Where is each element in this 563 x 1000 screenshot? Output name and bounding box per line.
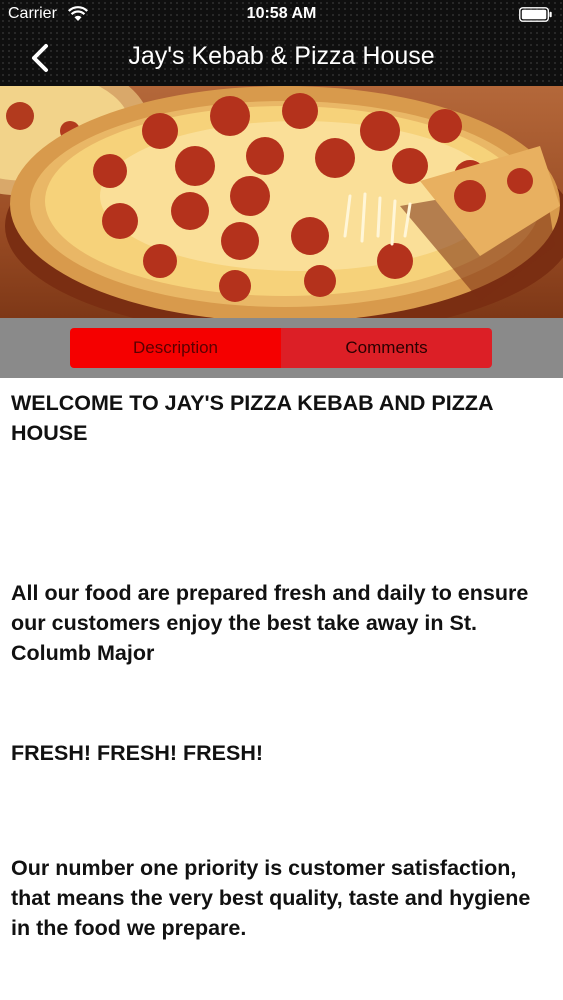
nav-title: Jay's Kebab & Pizza House [128, 42, 435, 70]
status-bar: Carrier 10:58 AM [0, 0, 563, 30]
welcome-heading: WELCOME TO JAY'S PIZZA KEBAB AND PIZZA H… [11, 391, 493, 445]
status-time: 10:58 AM [246, 5, 317, 22]
tab-description[interactable]: Description [70, 328, 281, 368]
tab-bar: Description Comments [0, 318, 563, 378]
app-header: Carrier 10:58 AM Jay's Kebab & Pizza Hou… [0, 0, 563, 86]
fresh-slogan: FRESH! FRESH! FRESH! [11, 741, 264, 765]
pizza-hero-image [0, 86, 563, 318]
fresh-food-paragraph: All our food are prepared fresh and dail… [11, 581, 529, 665]
tab-comments[interactable]: Comments [281, 328, 492, 368]
battery-icon [519, 7, 552, 22]
nav-bar: Jay's Kebab & Pizza House [0, 30, 563, 86]
priority-paragraph: Our number one priority is customer sati… [11, 856, 531, 940]
